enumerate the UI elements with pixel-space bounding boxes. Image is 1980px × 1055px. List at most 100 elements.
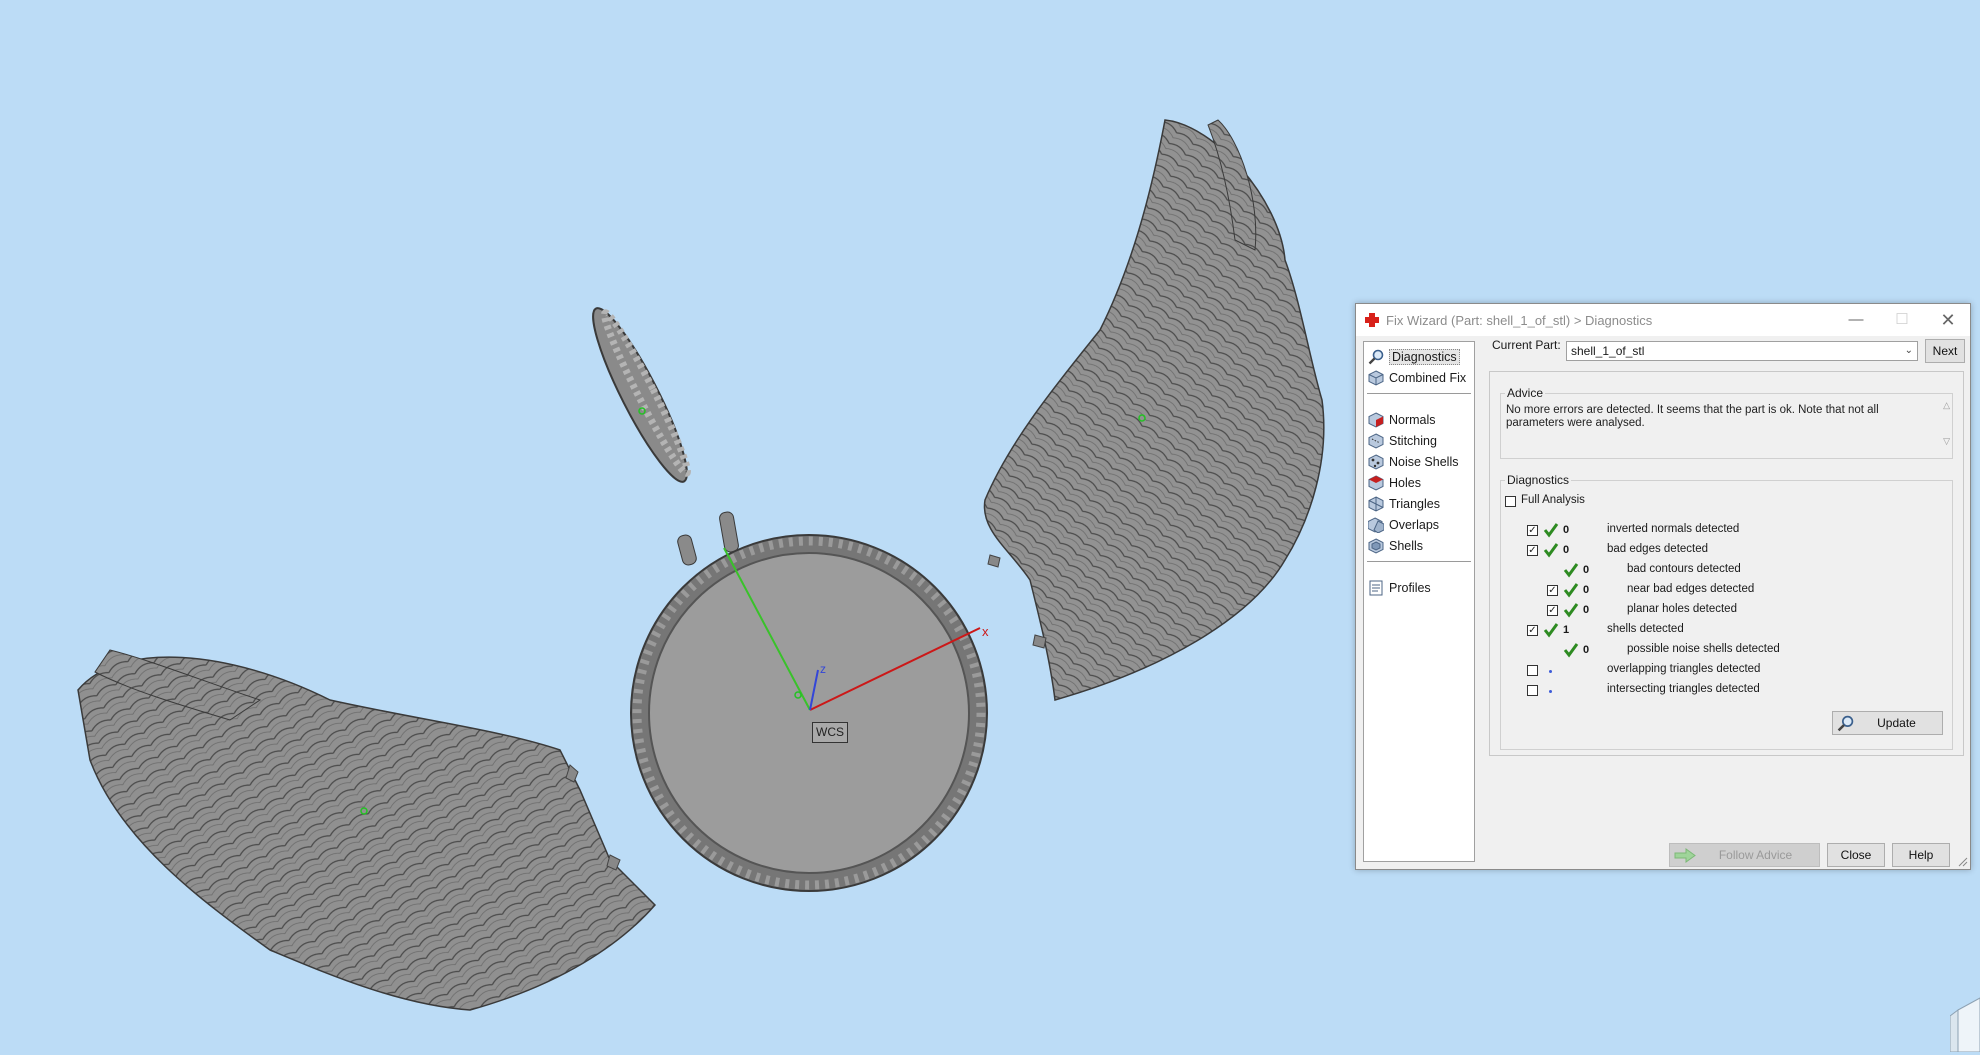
nav-item-label: Overlaps bbox=[1389, 518, 1440, 532]
wizard-nav-panel: Diagnostics Combined Fix Normals Stitchi… bbox=[1363, 341, 1475, 862]
diag-count: 0 bbox=[1583, 564, 1590, 576]
intersecting-triangles-checkbox[interactable] bbox=[1527, 685, 1538, 696]
left-wing-model[interactable] bbox=[77, 649, 657, 1011]
noise-shells-icon bbox=[1368, 454, 1384, 470]
green-check-icon bbox=[1563, 563, 1579, 578]
nav-item-diagnostics[interactable]: Diagnostics bbox=[1368, 347, 1472, 367]
diag-label: possible noise shells detected bbox=[1627, 643, 1780, 655]
shells-checkbox[interactable]: ✓ bbox=[1527, 625, 1538, 636]
red-cross-app-icon bbox=[1365, 313, 1379, 327]
nav-item-label: Shells bbox=[1389, 539, 1424, 553]
diag-label: shells detected bbox=[1607, 623, 1684, 635]
current-part-value: shell_1_of_stl bbox=[1571, 344, 1645, 358]
shells-icon bbox=[1368, 538, 1384, 554]
nav-item-overlaps[interactable]: Overlaps bbox=[1368, 515, 1472, 535]
nav-item-profiles[interactable]: Profiles bbox=[1368, 578, 1472, 598]
nav-separator bbox=[1367, 561, 1471, 562]
stitching-cube-icon bbox=[1368, 433, 1384, 449]
green-check-icon bbox=[1563, 583, 1579, 598]
diag-count: 0 bbox=[1563, 544, 1570, 556]
update-label: Update bbox=[1877, 716, 1916, 730]
close-button[interactable]: Close bbox=[1827, 843, 1885, 867]
diagnostics-group: Diagnostics Full Analysis ✓ 0 inverted n… bbox=[1500, 473, 1953, 750]
arrow-right-icon bbox=[1674, 848, 1696, 863]
next-button[interactable]: Next bbox=[1925, 339, 1965, 363]
view-cube-icon[interactable] bbox=[1950, 980, 1980, 1052]
nav-item-label: Stitching bbox=[1389, 434, 1437, 448]
diag-count: 0 bbox=[1563, 524, 1570, 536]
wcs-label: WCS bbox=[812, 722, 848, 743]
near-bad-edges-checkbox[interactable]: ✓ bbox=[1547, 585, 1558, 596]
nav-item-label: Holes bbox=[1389, 476, 1421, 490]
follow-advice-button: Follow Advice bbox=[1669, 843, 1820, 867]
help-button[interactable]: Help bbox=[1892, 843, 1950, 867]
follow-advice-label: Follow Advice bbox=[1718, 848, 1793, 862]
nav-item-label: Profiles bbox=[1389, 581, 1431, 595]
green-check-icon bbox=[1543, 543, 1559, 558]
scroll-down-icon[interactable]: ▽ bbox=[1943, 436, 1950, 447]
not-analysed-dot-icon bbox=[1549, 690, 1552, 693]
nav-item-label: Combined Fix bbox=[1389, 371, 1467, 385]
nav-item-label: Triangles bbox=[1389, 497, 1440, 511]
diag-label: intersecting triangles detected bbox=[1607, 683, 1760, 695]
nav-separator bbox=[1367, 393, 1471, 394]
scroll-up-icon[interactable]: △ bbox=[1943, 400, 1950, 411]
nav-item-holes[interactable]: Holes bbox=[1368, 473, 1472, 493]
dialog-titlebar[interactable]: Fix Wizard (Part: shell_1_of_stl) > Diag… bbox=[1356, 304, 1970, 336]
nav-item-noise-shells[interactable]: Noise Shells bbox=[1368, 452, 1472, 472]
overlapping-triangles-checkbox[interactable] bbox=[1527, 665, 1538, 676]
diagnostics-title: Diagnostics bbox=[1505, 473, 1572, 487]
green-check-icon bbox=[1543, 523, 1559, 538]
green-check-icon bbox=[1563, 643, 1579, 658]
diag-label: bad contours detected bbox=[1627, 563, 1741, 575]
nav-item-label: Diagnostics bbox=[1389, 349, 1460, 365]
diag-count: 0 bbox=[1583, 644, 1590, 656]
nav-item-label: Noise Shells bbox=[1389, 455, 1459, 469]
nav-item-normals[interactable]: Normals bbox=[1368, 410, 1472, 430]
nav-item-label: Normals bbox=[1389, 413, 1436, 427]
nav-item-combined-fix[interactable]: Combined Fix bbox=[1368, 368, 1472, 388]
current-part-select[interactable]: shell_1_of_stl ⌄ bbox=[1566, 341, 1918, 361]
diag-label: planar holes detected bbox=[1627, 603, 1737, 615]
inverted-normals-checkbox[interactable]: ✓ bbox=[1527, 525, 1538, 536]
holes-cube-icon bbox=[1368, 475, 1384, 491]
nav-item-shells[interactable]: Shells bbox=[1368, 536, 1472, 556]
pendant-disc-model[interactable] bbox=[630, 511, 988, 892]
profiles-icon bbox=[1369, 580, 1383, 596]
diag-label: inverted normals detected bbox=[1607, 523, 1740, 535]
ring-model[interactable] bbox=[580, 300, 700, 489]
triangles-icon bbox=[1368, 496, 1384, 512]
advice-text: No more errors are detected. It seems th… bbox=[1506, 404, 1879, 429]
update-button[interactable]: Update bbox=[1832, 711, 1943, 735]
magnifier-icon bbox=[1837, 715, 1854, 732]
diag-label: bad edges detected bbox=[1607, 543, 1709, 555]
not-analysed-dot-icon bbox=[1549, 670, 1552, 673]
x-axis-label: x bbox=[982, 624, 989, 639]
advice-group: Advice No more errors are detected. It s… bbox=[1500, 386, 1953, 459]
resize-grip-icon[interactable] bbox=[1958, 857, 1968, 867]
maximize-icon: ☐ bbox=[1895, 311, 1909, 328]
diag-label: near bad edges detected bbox=[1627, 583, 1755, 595]
cube-icon bbox=[1368, 370, 1384, 386]
planar-holes-checkbox[interactable]: ✓ bbox=[1547, 605, 1558, 616]
z-axis-label: z bbox=[820, 662, 826, 676]
nav-item-stitching[interactable]: Stitching bbox=[1368, 431, 1472, 451]
fix-wizard-dialog: Fix Wizard (Part: shell_1_of_stl) > Diag… bbox=[1355, 303, 1971, 870]
diagnostics-panel: Advice No more errors are detected. It s… bbox=[1489, 371, 1964, 756]
dialog-title: Fix Wizard (Part: shell_1_of_stl) > Diag… bbox=[1386, 313, 1653, 328]
close-window-icon[interactable]: ✕ bbox=[1925, 304, 1971, 336]
diag-count: 0 bbox=[1583, 584, 1590, 596]
nav-item-triangles[interactable]: Triangles bbox=[1368, 494, 1472, 514]
diag-count: 0 bbox=[1583, 604, 1590, 616]
current-part-label: Current Part: bbox=[1492, 338, 1561, 352]
minimize-icon[interactable]: — bbox=[1833, 304, 1879, 336]
bad-edges-checkbox[interactable]: ✓ bbox=[1527, 545, 1538, 556]
right-wing-model[interactable] bbox=[983, 119, 1325, 701]
diag-count: 1 bbox=[1563, 624, 1570, 636]
advice-title: Advice bbox=[1505, 386, 1546, 400]
green-check-icon bbox=[1543, 623, 1559, 638]
overlaps-icon bbox=[1368, 517, 1384, 533]
normals-cube-icon bbox=[1368, 412, 1384, 428]
full-analysis-checkbox[interactable] bbox=[1505, 496, 1516, 507]
diag-label: overlapping triangles detected bbox=[1607, 663, 1761, 675]
